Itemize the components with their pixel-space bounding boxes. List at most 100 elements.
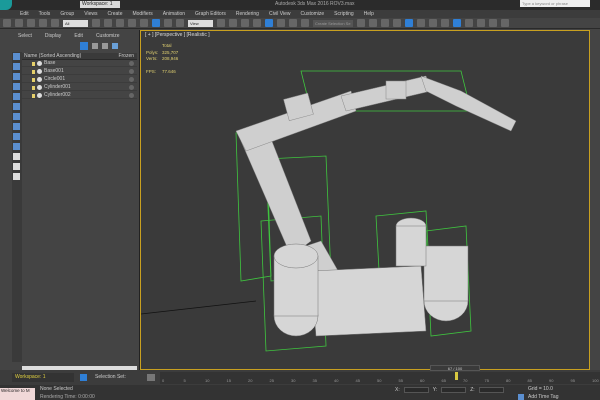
render-setup-icon[interactable] [441,19,449,27]
redo-icon[interactable] [15,19,23,27]
z-field[interactable] [478,387,504,393]
spinner-snap-icon[interactable] [289,19,297,27]
unlink-icon[interactable] [39,19,47,27]
time-marker[interactable] [455,372,458,380]
keyboard-shortcut-icon[interactable] [241,19,249,27]
display-xrefs-icon[interactable] [13,133,20,140]
visibility-bulb-icon[interactable] [32,86,35,90]
perspective-viewport[interactable] [140,30,590,370]
scene-explorer-icon[interactable] [393,19,401,27]
visibility-bulb-icon[interactable] [32,78,35,82]
frozen-icon[interactable] [129,69,134,74]
angle-snap-icon[interactable] [265,19,273,27]
add-time-tag[interactable]: Add Time Tag [528,394,558,400]
render-icon[interactable] [465,19,473,27]
selection-filter-dropdown[interactable]: All [63,19,88,27]
explorer-menu-edit[interactable]: Edit [74,33,83,39]
menu-civil-view[interactable]: Civil View [269,10,291,18]
edit-named-sel-icon[interactable] [301,19,309,27]
explorer-menu-display[interactable]: Display [45,33,61,39]
list-item[interactable]: Base [22,60,137,67]
menu-help[interactable]: Help [364,10,374,18]
list-item[interactable]: Circle001 [22,76,137,83]
display-helpers-icon[interactable] [13,103,20,110]
frozen-icon[interactable] [129,85,134,90]
mini-curve-editor-icon[interactable] [147,374,155,381]
snap-icon[interactable] [253,19,261,27]
select-by-name-icon[interactable] [104,19,112,27]
layer-icon[interactable] [112,43,118,49]
display-none-icon[interactable] [13,153,20,160]
frozen-icon[interactable] [129,93,134,98]
display-geometry-icon[interactable] [13,63,20,70]
explorer-filter-icon[interactable] [80,42,88,50]
time-slider[interactable]: 67 / 100 [430,365,480,371]
workspace-selector[interactable]: Workspace: 1 [12,373,74,382]
schematic-icon[interactable] [417,19,425,27]
display-cameras-icon[interactable] [13,93,20,100]
time-tag-icon[interactable] [518,394,524,400]
menu-animation[interactable]: Animation [163,10,185,18]
rendered-frame-icon[interactable] [453,19,461,27]
frozen-icon[interactable] [129,61,134,66]
search-input[interactable]: Type a keyword or phrase [520,0,590,7]
menu-create[interactable]: Create [107,10,122,18]
explorer-menu-customize[interactable]: Customize [96,33,120,39]
x-field[interactable] [403,387,429,393]
y-field[interactable] [441,387,467,393]
window-crossing-icon[interactable] [128,19,136,27]
frozen-icon[interactable] [129,77,134,82]
list-item[interactable]: Cylinder001 [22,84,137,91]
visibility-bulb-icon[interactable] [32,62,35,66]
list-item[interactable]: Base001 [22,68,137,75]
display-all-icon[interactable] [13,53,20,60]
curve-editor-icon[interactable] [405,19,413,27]
rotate-icon[interactable] [152,19,160,27]
named-selection-dropdown[interactable]: Create Selection Se [313,19,353,27]
menu-edit[interactable]: Edit [20,10,29,18]
render-settings-icon[interactable] [501,19,509,27]
visibility-bulb-icon[interactable] [32,94,35,98]
rect-selection-icon[interactable] [116,19,124,27]
ref-coord-dropdown[interactable]: View [188,19,213,27]
menu-group[interactable]: Group [60,10,74,18]
bind-space-warp-icon[interactable] [51,19,59,27]
sync-icon[interactable] [102,43,108,49]
link-icon[interactable] [27,19,35,27]
move-icon[interactable] [140,19,148,27]
maxscript-listener[interactable]: Welcome to M [0,388,35,400]
menu-modifiers[interactable]: Modifiers [132,10,152,18]
a360-icon[interactable] [489,19,497,27]
explorer-menu-select[interactable]: Select [18,33,32,39]
workspace-dropdown[interactable]: Workspace: 1 [80,1,120,8]
find-icon[interactable] [13,173,20,180]
lock-icon[interactable] [92,43,98,49]
menu-tools[interactable]: Tools [39,10,51,18]
viewport-label[interactable]: [ + ] [Perspective ] [Realistic ] [145,32,210,38]
place-icon[interactable] [176,19,184,27]
column-name[interactable]: Name (Sorted Ascending) [24,53,81,59]
display-lights-icon[interactable] [13,83,20,90]
manipulate-icon[interactable] [229,19,237,27]
display-invert-icon[interactable] [13,163,20,170]
layer-icon[interactable] [381,19,389,27]
menu-rendering[interactable]: Rendering [236,10,259,18]
undo-icon[interactable] [3,19,11,27]
display-bones-icon[interactable] [13,143,20,150]
pivot-icon[interactable] [217,19,225,27]
display-spacewarps-icon[interactable] [13,113,20,120]
render-cloud-icon[interactable] [477,19,485,27]
scale-icon[interactable] [164,19,172,27]
align-icon[interactable] [369,19,377,27]
list-item[interactable]: Cylinder002 [22,92,137,99]
selection-set-label[interactable]: Selection Set: [95,373,126,382]
select-object-icon[interactable] [92,19,100,27]
menu-scripting[interactable]: Scripting [334,10,353,18]
menu-graph-editors[interactable]: Graph Editors [195,10,226,18]
menu-views[interactable]: Views [84,10,97,18]
mirror-icon[interactable] [357,19,365,27]
visibility-bulb-icon[interactable] [32,70,35,74]
column-frozen[interactable]: Frozen [118,53,134,60]
percent-snap-icon[interactable] [277,19,285,27]
display-shapes-icon[interactable] [13,73,20,80]
